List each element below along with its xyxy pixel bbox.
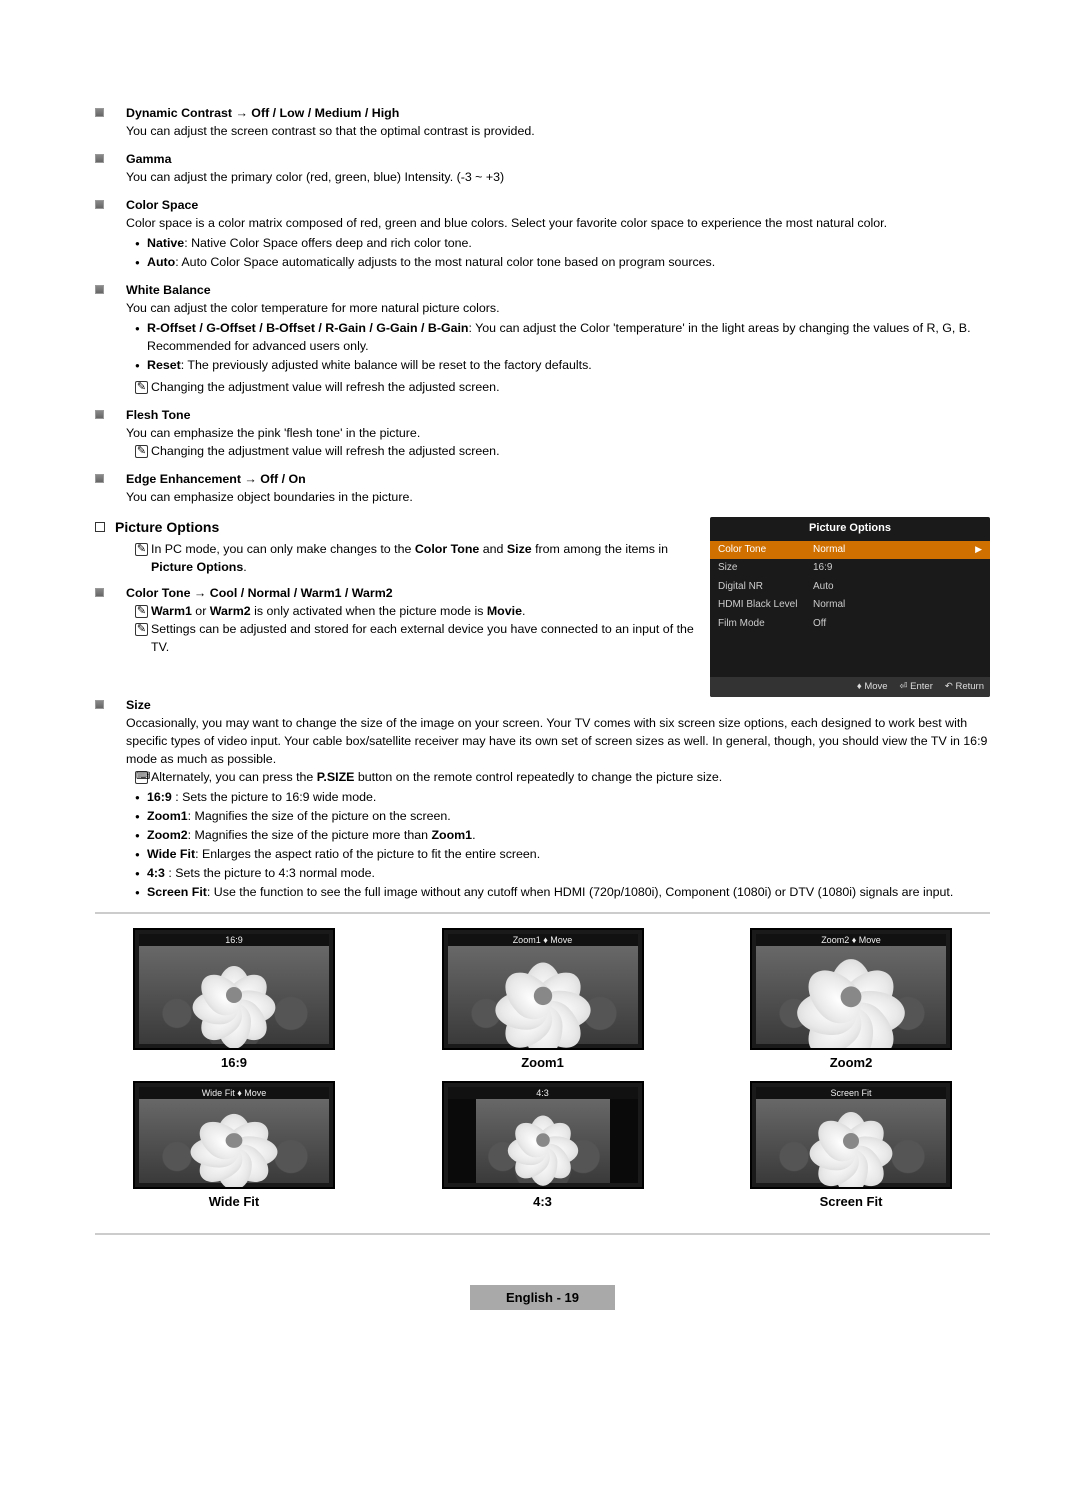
osd-row: Digital NRAuto <box>710 578 990 597</box>
bullet-icon <box>95 154 104 163</box>
item-flesh-tone: Flesh Tone You can emphasize the pink 'f… <box>95 407 990 461</box>
bullet-icon <box>95 410 104 419</box>
band-label: Wide Fit ♦ Move <box>139 1087 329 1099</box>
list-item: Native: Native Color Space offers deep a… <box>147 235 990 253</box>
item-size: Size Occasionally, you may want to chang… <box>95 697 990 902</box>
return-hint: ↶ Return <box>945 680 984 694</box>
bullet-icon <box>95 200 104 209</box>
page-footer: English - 19 <box>95 1289 990 1308</box>
body-text: You can emphasize object boundaries in t… <box>126 489 990 507</box>
section-icon <box>95 522 105 532</box>
bullet-icon <box>95 588 104 597</box>
heading: Dynamic Contrast → Off / Low / Medium / … <box>126 105 399 123</box>
band-label: Zoom2 ♦ Move <box>756 934 946 946</box>
osd-title: Picture Options <box>710 517 990 541</box>
heading: Edge Enhancement → Off / On <box>126 471 306 489</box>
heading: Color Space <box>126 197 198 215</box>
bullet-icon <box>95 700 104 709</box>
list-item: Zoom2: Magnifies the size of the picture… <box>147 827 990 845</box>
size-gallery: 16:9 16:9 Zoom1 ♦ Move Zoom1 Zoom2 ♦ Mov… <box>95 912 990 1236</box>
note: Warm1 or Warm2 is only activated when th… <box>135 603 698 621</box>
move-hint: ♦ Move <box>857 680 888 694</box>
note: Changing the adjustment value will refre… <box>135 443 990 461</box>
band-label: Screen Fit <box>756 1087 946 1099</box>
bullet-list: 16:9 : Sets the picture to 16:9 wide mod… <box>95 789 990 902</box>
tile-4-3: 4:3 4:3 <box>428 1081 658 1212</box>
note: Settings can be adjusted and stored for … <box>135 621 698 657</box>
body-text: Occasionally, you may want to change the… <box>126 715 990 769</box>
enter-hint: ⏎ Enter <box>900 680 933 694</box>
tile-label: Screen Fit <box>736 1193 966 1212</box>
band-label: 4:3 <box>448 1087 638 1099</box>
item-gamma: Gamma You can adjust the primary color (… <box>95 151 990 187</box>
item-color-tone: Color Tone → Cool / Normal / Warm1 / War… <box>95 585 698 657</box>
body-text: You can adjust the color temperature for… <box>126 300 990 318</box>
list-item: 4:3 : Sets the picture to 4:3 normal mod… <box>147 865 990 883</box>
osd-row: Film ModeOff <box>710 615 990 634</box>
tile-zoom1: Zoom1 ♦ Move Zoom1 <box>428 928 658 1073</box>
osd-panel: Picture Options Color ToneNormal▶ Size16… <box>710 517 990 697</box>
heading: White Balance <box>126 282 211 300</box>
list-item: R-Offset / G-Offset / B-Offset / R-Gain … <box>147 320 990 356</box>
osd-footer: ♦ Move ⏎ Enter ↶ Return <box>710 677 990 697</box>
tile-zoom2: Zoom2 ♦ Move Zoom2 <box>736 928 966 1073</box>
list-item: Wide Fit: Enlarges the aspect ratio of t… <box>147 846 990 864</box>
body-text: Color space is a color matrix composed o… <box>126 215 990 233</box>
list-item: 16:9 : Sets the picture to 16:9 wide mod… <box>147 789 990 807</box>
note: Changing the adjustment value will refre… <box>135 379 990 397</box>
tile-label: 16:9 <box>119 1054 349 1073</box>
tile-wide-fit: Wide Fit ♦ Move Wide Fit <box>119 1081 349 1212</box>
osd-row-selected: Color ToneNormal▶ <box>710 541 990 560</box>
list-item: Screen Fit: Use the function to see the … <box>147 884 990 902</box>
body-text: You can adjust the screen contrast so th… <box>126 123 990 141</box>
note: In PC mode, you can only make changes to… <box>135 541 698 577</box>
osd-row: HDMI Black LevelNormal <box>710 596 990 615</box>
body-text: You can emphasize the pink 'flesh tone' … <box>126 425 990 443</box>
heading: Gamma <box>126 151 171 169</box>
info: Alternately, you can press the P.SIZE bu… <box>135 769 990 787</box>
heading: Size <box>126 697 151 715</box>
heading: Color Tone → Cool / Normal / Warm1 / War… <box>126 585 393 603</box>
tile-16-9: 16:9 16:9 <box>119 928 349 1073</box>
band-label: 16:9 <box>139 934 329 946</box>
tile-label: Zoom1 <box>428 1054 658 1073</box>
osd-row: Size16:9 <box>710 559 990 578</box>
item-dynamic-contrast: Dynamic Contrast → Off / Low / Medium / … <box>95 105 990 141</box>
list-item: Zoom1: Magnifies the size of the picture… <box>147 808 990 826</box>
bullet-icon <box>95 474 104 483</box>
tile-label: 4:3 <box>428 1193 658 1212</box>
list-item: Auto: Auto Color Space automatically adj… <box>147 254 990 272</box>
list-item: Reset: The previously adjusted white bal… <box>147 357 990 375</box>
band-label: Zoom1 ♦ Move <box>448 934 638 946</box>
tile-label: Wide Fit <box>119 1193 349 1212</box>
item-edge-enhancement: Edge Enhancement → Off / On You can emph… <box>95 471 990 507</box>
chevron-right-icon: ▶ <box>975 543 982 558</box>
section-heading: Picture Options <box>115 517 219 537</box>
item-color-space: Color Space Color space is a color matri… <box>95 197 990 272</box>
bullet-list: R-Offset / G-Offset / B-Offset / R-Gain … <box>95 320 990 375</box>
tile-screen-fit: Screen Fit Screen Fit <box>736 1081 966 1212</box>
item-white-balance: White Balance You can adjust the color t… <box>95 282 990 397</box>
bullet-list: Native: Native Color Space offers deep a… <box>95 235 990 272</box>
page-number: English - 19 <box>470 1285 615 1310</box>
body-text: You can adjust the primary color (red, g… <box>126 169 990 187</box>
heading: Flesh Tone <box>126 407 190 425</box>
tile-label: Zoom2 <box>736 1054 966 1073</box>
bullet-icon <box>95 285 104 294</box>
bullet-icon <box>95 108 104 117</box>
